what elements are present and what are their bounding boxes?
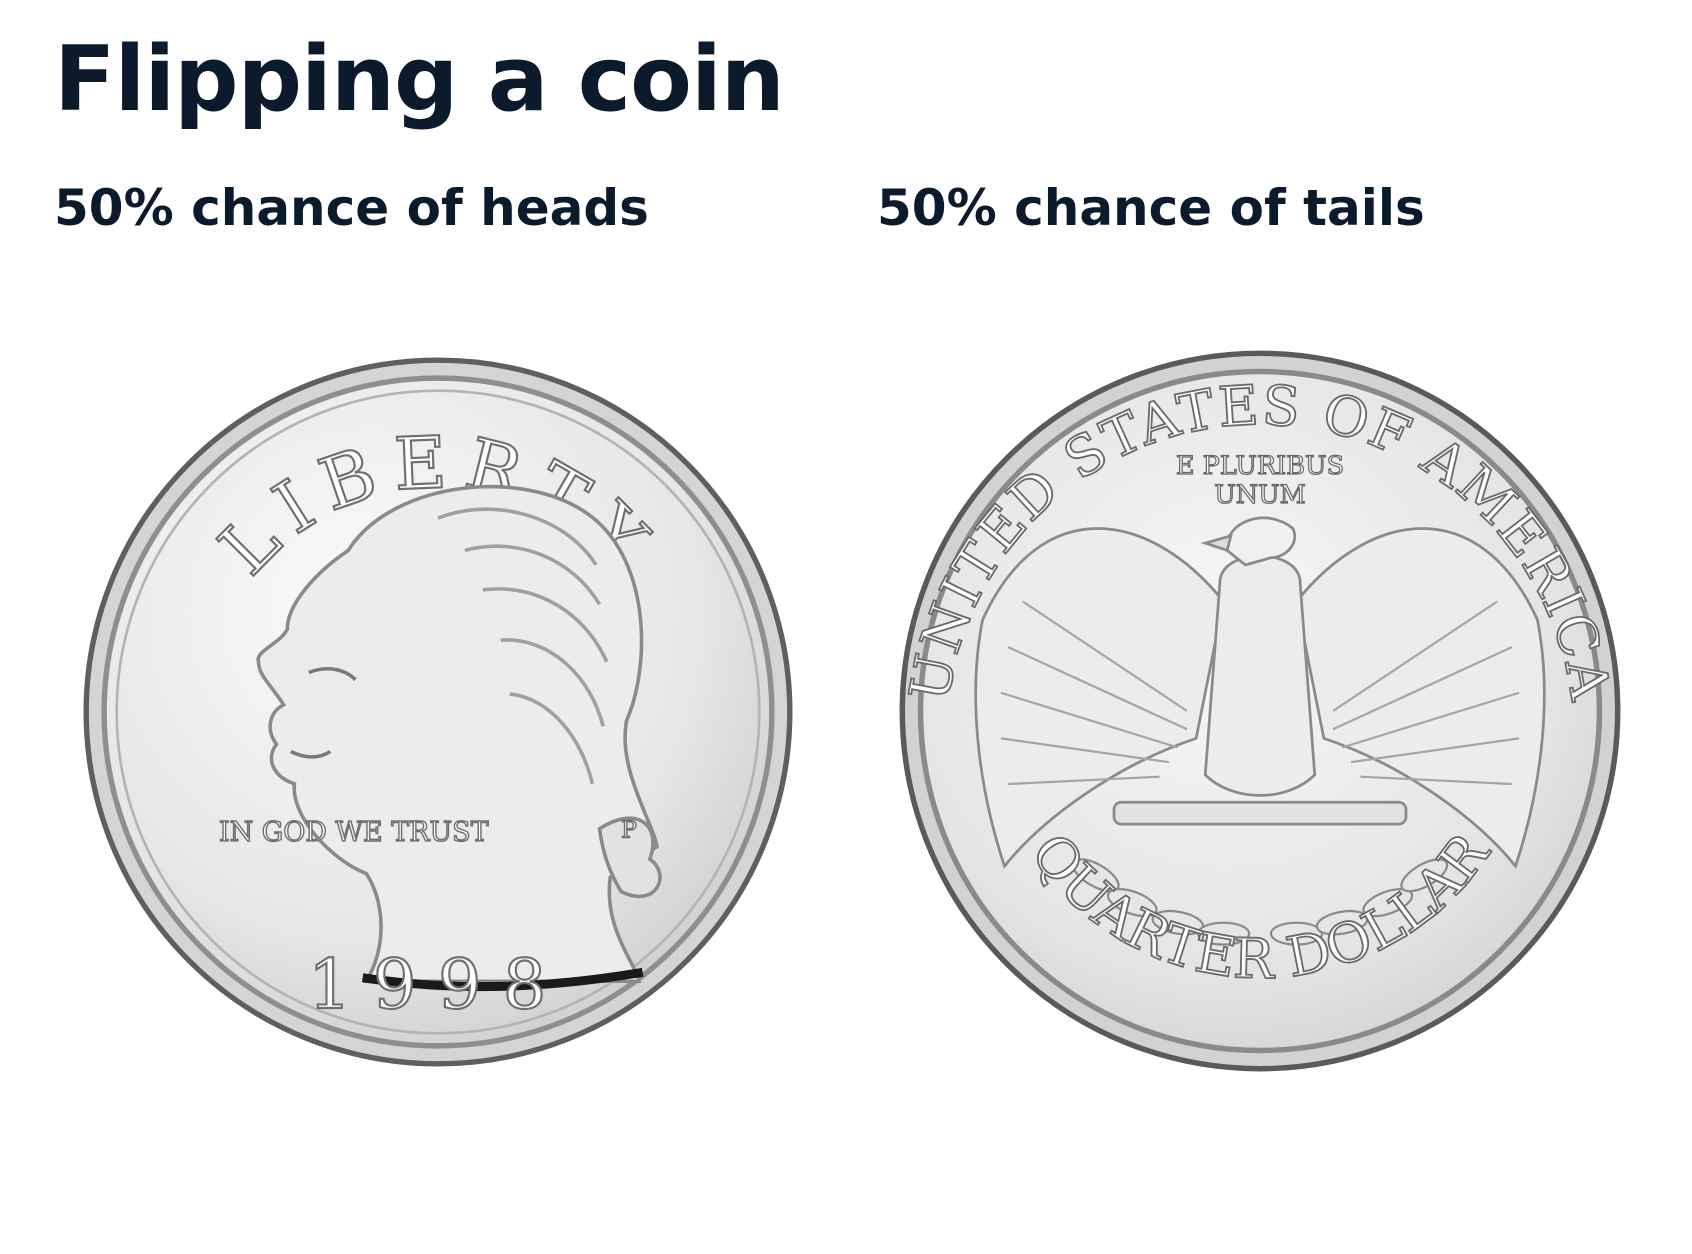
coin-heads-illustration: LIBERTY IN GOD WE TRUST P 1998: [83, 357, 793, 1067]
coin-heads-motto: IN GOD WE TRUST: [219, 817, 489, 848]
coin-tails-image: UNITED STATES OF AMERICA E PLURIBUS UNUM: [892, 346, 1628, 1076]
coin-tails-illustration: UNITED STATES OF AMERICA E PLURIBUS UNUM: [896, 350, 1622, 1072]
coin-heads-image: LIBERTY IN GOD WE TRUST P 1998: [74, 353, 802, 1071]
coin-tails-motto-top: E PLURIBUS: [1176, 451, 1344, 481]
coin-heads-mint-mark: P: [621, 816, 637, 844]
coin-tails-motto-bottom: UNUM: [1214, 480, 1306, 510]
page-title: Flipping a coin: [54, 27, 785, 132]
tails-probability-label: 50% chance of tails: [877, 179, 1425, 237]
coin-heads-year: 1998: [308, 946, 568, 1025]
heads-probability-label: 50% chance of heads: [54, 179, 649, 237]
